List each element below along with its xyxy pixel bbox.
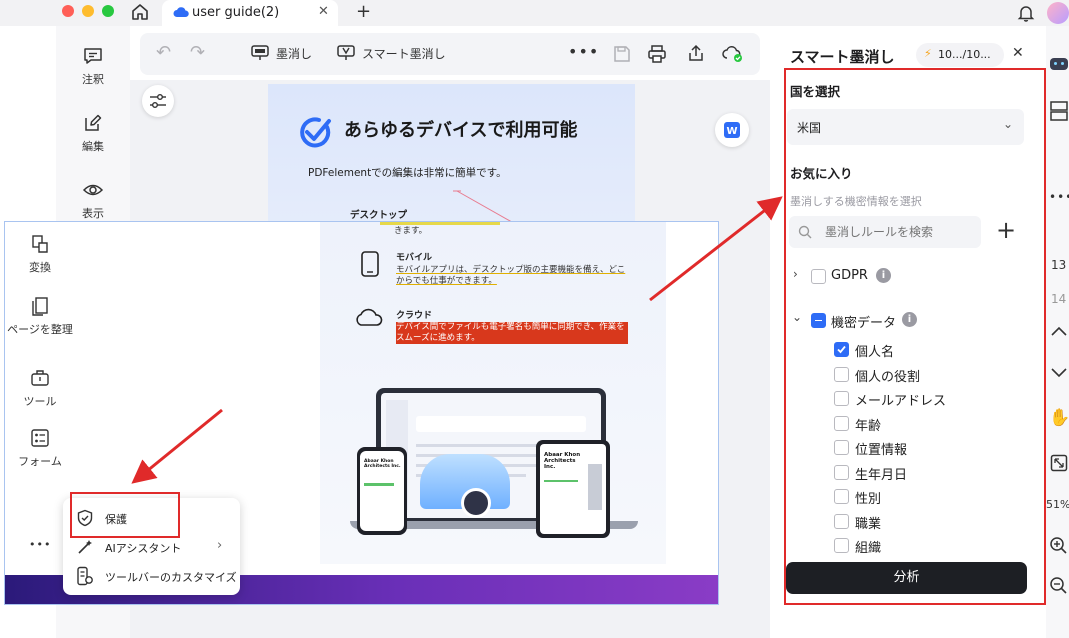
- app-window: user guide(2) ✕ + 注釈 編集 表示 ↶ ↷ 墨消し スマート墨…: [0, 0, 1069, 638]
- arrow-to-panel: [649, 196, 783, 302]
- arrow-to-protect: [131, 408, 223, 484]
- annotation-arrows: [131, 196, 783, 484]
